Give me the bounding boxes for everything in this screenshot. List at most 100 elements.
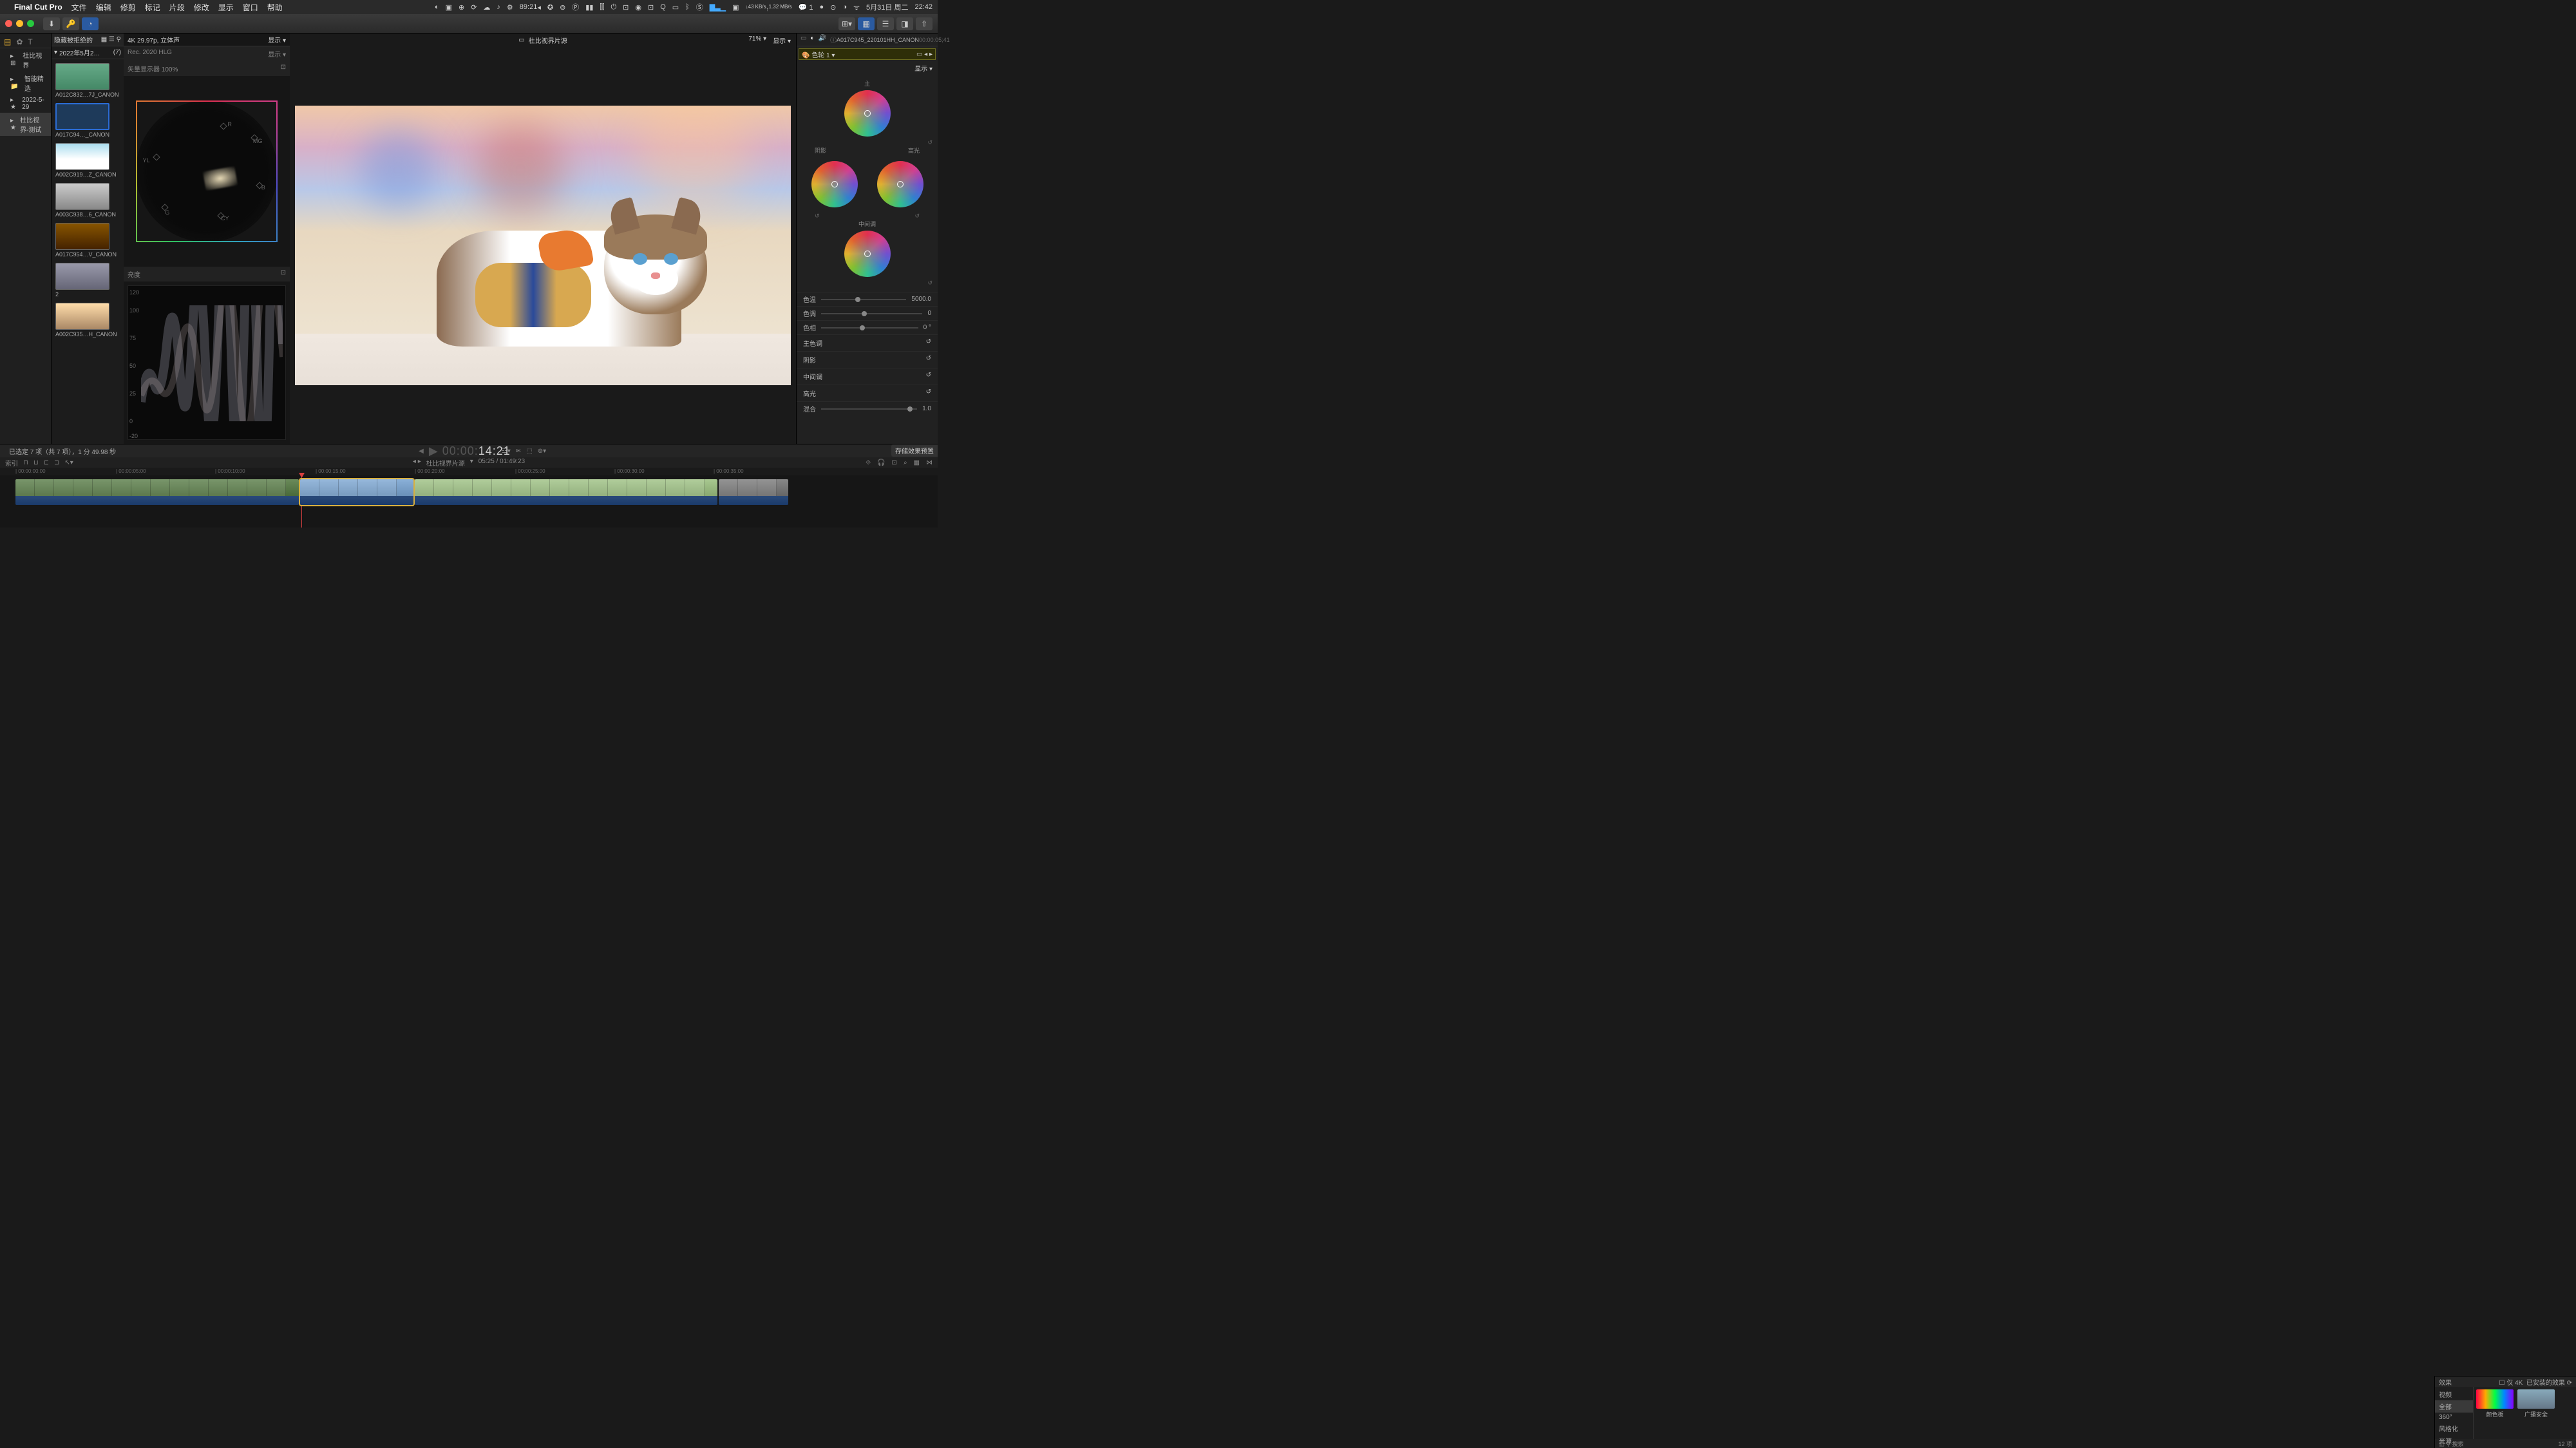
tl-skimming-icon[interactable]: ⟐: [866, 459, 871, 466]
status-icon[interactable]: ✪: [547, 3, 553, 12]
timeline-clip[interactable]: A003C938_220104I6_CANON: [719, 479, 788, 505]
window-minimize-button[interactable]: [16, 20, 23, 27]
menu-mark[interactable]: 标记: [145, 2, 160, 13]
effects-category[interactable]: 360°: [2435, 1413, 2473, 1422]
wheel-reset-icon[interactable]: ↺: [802, 139, 933, 146]
menu-edit[interactable]: 编辑: [96, 2, 111, 13]
status-icon[interactable]: ⟳: [471, 3, 477, 12]
timeline-tracks[interactable]: A012C832_2203027J_CANONA017C945_220101HH…: [0, 475, 938, 528]
param-slider[interactable]: [821, 299, 906, 300]
status-icon[interactable]: ▮▮: [585, 3, 593, 12]
battery-status[interactable]: 89:21 ◂: [520, 3, 541, 12]
menubar-time[interactable]: 22:42: [914, 3, 933, 11]
window-maximize-button[interactable]: [27, 20, 34, 27]
section-label[interactable]: 高光: [803, 388, 816, 398]
status-icon[interactable]: Q: [660, 3, 666, 11]
tl-tool-select-icon[interactable]: ↖▾: [64, 459, 73, 466]
tl-solo-icon[interactable]: ⊡: [892, 459, 897, 466]
wheel-reset-icon[interactable]: ↺: [914, 213, 920, 220]
section-reset-icon[interactable]: ↺: [926, 372, 931, 381]
status-icon[interactable]: ♪: [497, 3, 500, 11]
titles-tab-icon[interactable]: T: [28, 37, 32, 46]
status-icon[interactable]: Ⓟ: [572, 2, 579, 12]
browser-clip-thumbnail[interactable]: [55, 223, 109, 250]
browser-view-icons[interactable]: ▦ ☰ ⚲: [101, 36, 121, 43]
effects-category[interactable]: 视频: [2435, 1388, 2473, 1400]
browser-clip-thumbnail[interactable]: [55, 263, 109, 290]
bluetooth-icon[interactable]: ᛒ: [685, 3, 690, 11]
effect-thumbnail[interactable]: [2476, 1389, 2514, 1409]
save-effect-preset-button[interactable]: 存储效果预置: [891, 444, 938, 457]
play-forward-icon[interactable]: ⏸: [516, 448, 519, 455]
menu-modify[interactable]: 修改: [194, 2, 209, 13]
status-icon[interactable]: ⚙: [507, 3, 513, 12]
status-icon[interactable]: ⊕: [459, 3, 464, 12]
tl-snap-icon[interactable]: ⌕: [904, 459, 907, 466]
scope-settings-icon[interactable]: ⊡: [281, 64, 286, 73]
tool-icon[interactable]: ⊚▾: [538, 448, 546, 455]
tl-audio-skim-icon[interactable]: 🎧: [877, 459, 885, 466]
timeline-timecode[interactable]: ▶ 00:00:14:21: [429, 444, 511, 458]
param-value[interactable]: 5000.0: [911, 296, 931, 303]
browser-clip-thumbnail[interactable]: [55, 103, 109, 130]
status-icon[interactable]: ⊚: [560, 3, 565, 12]
effects-search-icon[interactable]: ⚲: [2447, 1441, 2451, 1447]
status-dot[interactable]: ●: [819, 3, 824, 11]
color-wheel-master[interactable]: [844, 90, 891, 137]
status-icon[interactable]: ☁: [483, 3, 490, 12]
tl-transitions-icon[interactable]: ⋈: [926, 459, 933, 466]
color-corrector-selector[interactable]: 🎨 色轮 1 ▾ ▭ ◂ ▸: [799, 48, 936, 60]
effects-view-icon[interactable]: ▦: [2439, 1441, 2445, 1447]
effect-thumbnail[interactable]: [2517, 1389, 2555, 1409]
browser-event-title[interactable]: ▾ 2022年5月2…: [54, 48, 100, 57]
timeline-clip[interactable]: A017C945_220101HH_CANON: [300, 479, 413, 505]
tl-effects-icon[interactable]: ▦: [914, 459, 920, 466]
inspector-show-menu[interactable]: 显示 ▾: [797, 62, 938, 74]
param-mix-slider[interactable]: [821, 408, 917, 410]
section-reset-icon[interactable]: ↺: [926, 355, 931, 365]
viewer-zoom[interactable]: 71% ▾: [748, 35, 766, 45]
param-mix-value[interactable]: 1.0: [922, 405, 931, 412]
bg-tasks-button[interactable]: ◔: [82, 17, 99, 30]
status-icon[interactable]: ▭: [672, 3, 679, 12]
wheel-reset-icon[interactable]: ↺: [802, 280, 933, 287]
menu-window[interactable]: 窗口: [243, 2, 258, 13]
layout-inspector-button[interactable]: ◨: [896, 17, 913, 30]
tl-tool-icon[interactable]: ⊔: [33, 459, 39, 466]
section-label[interactable]: 阴影: [803, 355, 816, 365]
browser-clip-thumbnail[interactable]: [55, 303, 109, 330]
window-close-button[interactable]: [5, 20, 12, 27]
inspector-audio-tab-icon[interactable]: 🔊: [819, 35, 826, 44]
param-slider[interactable]: [821, 327, 918, 329]
layout-timeline-button[interactable]: ☰: [877, 17, 894, 30]
menu-clip[interactable]: 片段: [169, 2, 185, 13]
effects-category[interactable]: 全部: [2435, 1400, 2473, 1413]
menubar-date[interactable]: 5月31日 周二: [866, 2, 908, 12]
sidebar-event[interactable]: ▸ ★ 2022-5-29: [0, 95, 51, 113]
timeline-clip[interactable]: A002C919_220104SZ_CANON: [415, 479, 717, 505]
browser-filter[interactable]: 隐藏被拒绝的: [54, 35, 93, 44]
layout-button[interactable]: ⊞▾: [838, 17, 855, 30]
library-name[interactable]: ▸ ⊞ 杜比视界: [0, 48, 51, 71]
status-icon[interactable]: ◐: [435, 3, 439, 11]
menu-view[interactable]: 显示: [218, 2, 234, 13]
layout-browser-button[interactable]: ▦: [858, 17, 875, 30]
status-meter[interactable]: ▇▃▁: [710, 3, 726, 12]
browser-clip-thumbnail[interactable]: [55, 183, 109, 210]
scopes-show-menu[interactable]: 显示 ▾: [268, 35, 286, 44]
wheel-reset-icon[interactable]: ↺: [815, 213, 820, 220]
timeline-index-button[interactable]: 索引: [5, 458, 18, 468]
effects-search-field[interactable]: 搜索: [2452, 1441, 2464, 1447]
section-label[interactable]: 主色调: [803, 338, 822, 348]
tl-tool-icon[interactable]: ⊓: [23, 459, 28, 466]
inspector-video-tab-icon[interactable]: ▭: [800, 35, 806, 44]
color-wheel-highlights[interactable]: [877, 161, 923, 207]
browser-clip-thumbnail[interactable]: [55, 143, 109, 170]
photos-tab-icon[interactable]: ✿: [16, 37, 23, 46]
keyword-button[interactable]: 🔑: [62, 17, 79, 30]
corrector-nav-icons[interactable]: ▭ ◂ ▸: [916, 51, 933, 58]
play-back-icon[interactable]: ◀: [419, 448, 424, 455]
color-wheel-shadows[interactable]: [811, 161, 858, 207]
inspector-color-tab-icon[interactable]: ◐: [810, 35, 814, 44]
color-wheel-midtones[interactable]: [844, 231, 891, 277]
